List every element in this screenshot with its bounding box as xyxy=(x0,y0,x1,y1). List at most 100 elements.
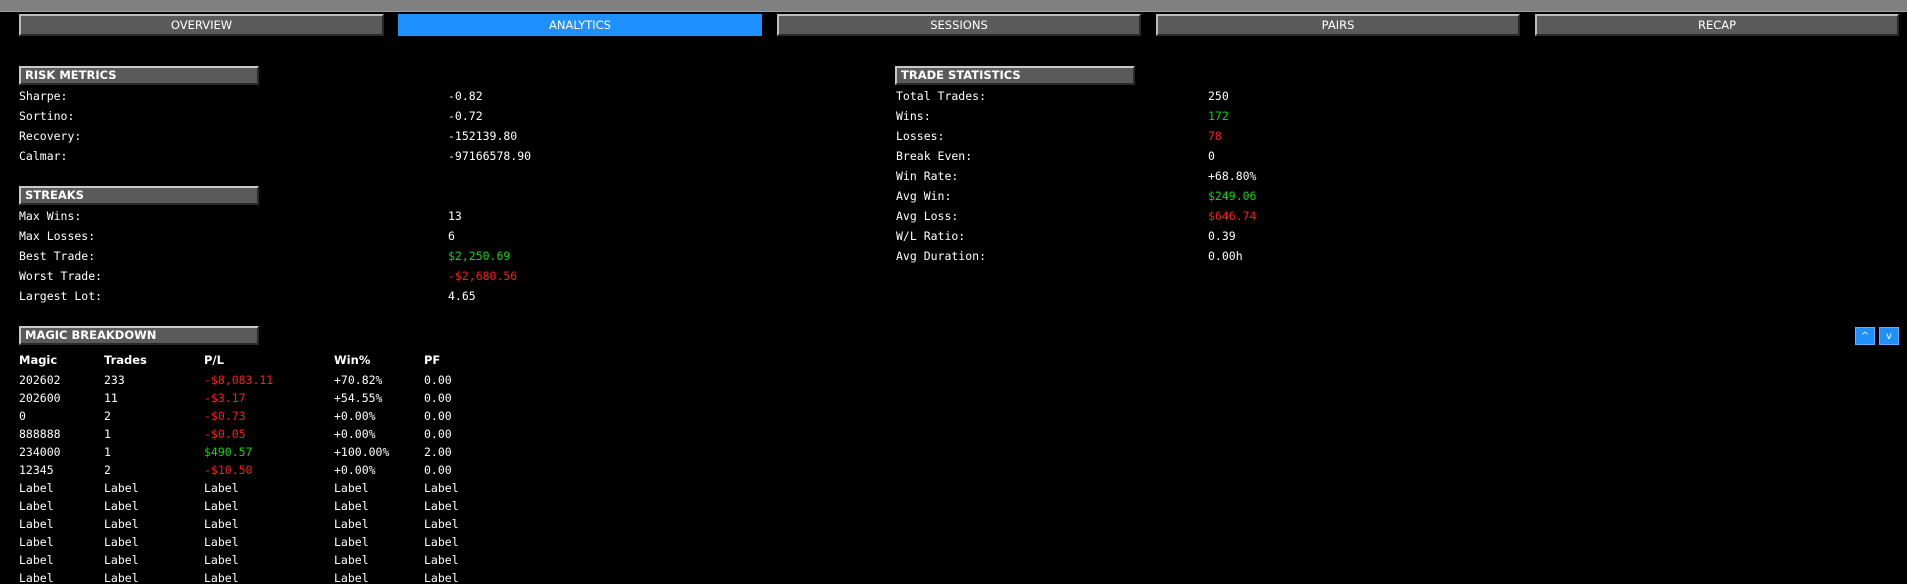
trade-stat-label: Break Even: xyxy=(896,149,973,163)
cell-magic: Label xyxy=(19,571,54,584)
tab-pairs[interactable]: PAIRS xyxy=(1156,14,1520,36)
trade-stat-label: W/L Ratio: xyxy=(896,229,966,243)
cell-pf: Label xyxy=(424,481,459,495)
cell-trades: Label xyxy=(104,535,139,549)
column-header-magic: Magic xyxy=(19,353,58,367)
cell-pl: -$3.17 xyxy=(204,391,246,405)
cell-winpct: +70.82% xyxy=(334,373,383,387)
cell-pf: Label xyxy=(424,499,459,513)
cell-pf: Label xyxy=(424,571,459,584)
scroll-down-button[interactable]: v xyxy=(1879,327,1899,345)
trade-stat-label: Avg Win: xyxy=(896,189,952,203)
cell-winpct: Label xyxy=(334,553,369,567)
cell-pl: Label xyxy=(204,553,239,567)
trade-stat-label: Avg Duration: xyxy=(896,249,987,263)
cell-trades: 1 xyxy=(104,445,111,459)
risk-metric-value: -152139.80 xyxy=(448,129,518,143)
column-header-pl: P/L xyxy=(204,353,224,367)
cell-trades: Label xyxy=(104,517,139,531)
risk-metric-label: Sortino: xyxy=(19,109,75,123)
cell-trades: 1 xyxy=(104,427,111,441)
tab-sessions[interactable]: SESSIONS xyxy=(777,14,1141,36)
trade-stat-value: 0.00h xyxy=(1208,249,1243,263)
cell-pl: Label xyxy=(204,571,239,584)
cell-winpct: +0.00% xyxy=(334,427,376,441)
risk-metric-value: -0.72 xyxy=(448,109,483,123)
tab-recap[interactable]: RECAP xyxy=(1535,14,1899,36)
cell-winpct: Label xyxy=(334,571,369,584)
cell-magic: 0 xyxy=(19,409,26,423)
streak-label: Worst Trade: xyxy=(19,269,103,283)
trade-stat-value: +68.80% xyxy=(1208,169,1257,183)
cell-pf: 0.00 xyxy=(424,391,452,405)
cell-magic: Label xyxy=(19,517,54,531)
streak-label: Max Wins: xyxy=(19,209,82,223)
cell-pl: $490.57 xyxy=(204,445,253,459)
tab-analytics[interactable]: ANALYTICS xyxy=(398,14,762,36)
streak-label: Largest Lot: xyxy=(19,289,103,303)
cell-trades: Label xyxy=(104,553,139,567)
trade-stat-value: 250 xyxy=(1208,89,1229,103)
cell-trades: 11 xyxy=(104,391,118,405)
streak-label: Max Losses: xyxy=(19,229,96,243)
risk-metric-label: Calmar: xyxy=(19,149,68,163)
cell-pf: 0.00 xyxy=(424,427,452,441)
cell-pf: Label xyxy=(424,517,459,531)
cell-pf: 0.00 xyxy=(424,409,452,423)
cell-pl: Label xyxy=(204,535,239,549)
tab-overview[interactable]: OVERVIEW xyxy=(19,14,384,36)
cell-pl: -$0.05 xyxy=(204,427,246,441)
cell-winpct: Label xyxy=(334,499,369,513)
trade-stat-value: $646.74 xyxy=(1208,209,1257,223)
cell-trades: Label xyxy=(104,499,139,513)
cell-pl: Label xyxy=(204,499,239,513)
streak-value: 4.65 xyxy=(448,289,476,303)
cell-magic: 12345 xyxy=(19,463,54,477)
cell-winpct: +54.55% xyxy=(334,391,383,405)
cell-pf: Label xyxy=(424,535,459,549)
column-header-winpct: Win% xyxy=(334,353,371,367)
trade-stat-label: Avg Loss: xyxy=(896,209,959,223)
trade-stat-value: 0.39 xyxy=(1208,229,1236,243)
streak-label: Best Trade: xyxy=(19,249,96,263)
cell-magic: Label xyxy=(19,553,54,567)
cell-magic: 202602 xyxy=(19,373,61,387)
cell-pl: -$0.73 xyxy=(204,409,246,423)
cell-pl: Label xyxy=(204,517,239,531)
streak-value: 6 xyxy=(448,229,455,243)
trade-stat-value: $249.06 xyxy=(1208,189,1257,203)
column-header-trades: Trades xyxy=(104,353,147,367)
risk-metric-label: Recovery: xyxy=(19,129,82,143)
cell-winpct: +0.00% xyxy=(334,409,376,423)
streak-value: 13 xyxy=(448,209,462,223)
column-header-pf: PF xyxy=(424,353,441,367)
streak-value: $2,250.69 xyxy=(448,249,511,263)
risk-metric-value: -0.82 xyxy=(448,89,483,103)
cell-pf: Label xyxy=(424,553,459,567)
cell-trades: Label xyxy=(104,481,139,495)
cell-winpct: +100.00% xyxy=(334,445,390,459)
cell-pf: 0.00 xyxy=(424,463,452,477)
trade-stat-label: Win Rate: xyxy=(896,169,959,183)
cell-trades: 2 xyxy=(104,409,111,423)
cell-winpct: +0.00% xyxy=(334,463,376,477)
window-top-bar xyxy=(0,0,1907,12)
risk-metric-label: Sharpe: xyxy=(19,89,68,103)
cell-magic: Label xyxy=(19,499,54,513)
cell-pf: 2.00 xyxy=(424,445,452,459)
cell-pl: -$8,083.11 xyxy=(204,373,274,387)
cell-pl: Label xyxy=(204,481,239,495)
trade-stat-label: Losses: xyxy=(896,129,945,143)
cell-trades: 233 xyxy=(104,373,125,387)
cell-winpct: Label xyxy=(334,481,369,495)
cell-magic: 234000 xyxy=(19,445,61,459)
cell-pf: 0.00 xyxy=(424,373,452,387)
streaks-header: STREAKS xyxy=(19,186,259,205)
trade-stat-value: 172 xyxy=(1208,109,1229,123)
cell-magic: 202600 xyxy=(19,391,61,405)
scroll-up-button[interactable]: ^ xyxy=(1855,327,1875,345)
trade-stat-value: 0 xyxy=(1208,149,1215,163)
cell-magic: Label xyxy=(19,535,54,549)
cell-trades: Label xyxy=(104,571,139,584)
cell-winpct: Label xyxy=(334,517,369,531)
